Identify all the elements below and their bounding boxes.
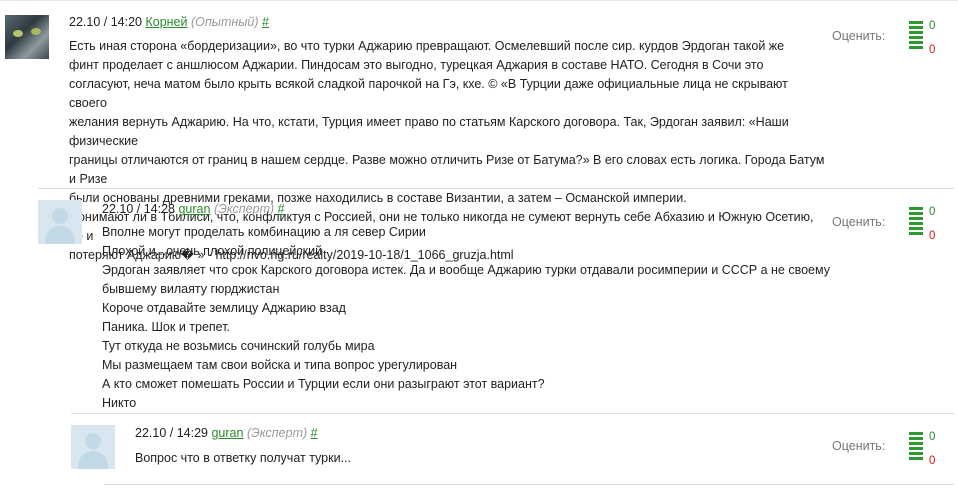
vote-up-count[interactable]: 0 (929, 20, 935, 32)
comment-meta: 22.10 / 14:20 Корней (Опытный) # (69, 15, 269, 29)
author-rank: (Эксперт) (213, 202, 275, 216)
comment-line: желания вернуть Аджарию. На что, кстати,… (69, 115, 789, 148)
comment-meta: 22.10 / 14:28 guran (Эксперт) # (102, 202, 285, 216)
author-rank: (Эксперт) (246, 426, 308, 440)
comment-line: согласуют, неча матом было крыть всякой … (69, 77, 788, 110)
comment-divider (38, 188, 954, 189)
avatar[interactable] (5, 15, 49, 59)
comment-line: Короче отдавайте землицу Аджарию взад (102, 301, 346, 315)
comment-line: Тут откуда не возьмись сочинский голубь … (102, 339, 375, 353)
rate-label: Оценить: (832, 29, 886, 43)
comment-meta: 22.10 / 14:29 guran (Эксперт) # (135, 426, 318, 440)
comment-author-link[interactable]: guran (178, 202, 210, 216)
avatar[interactable] (71, 425, 115, 469)
vote-down-count[interactable]: 0 (929, 44, 935, 56)
comment-line: Вполне могут проделать комбинацию а ля с… (102, 225, 426, 239)
comment-time: 22.10 / 14:29 (135, 426, 208, 440)
rate-label: Оценить: (832, 215, 886, 229)
rating-bars (909, 207, 923, 237)
rate-label: Оценить: (832, 439, 886, 453)
vote-down-count[interactable]: 0 (929, 230, 935, 242)
comment-line: Эрдоган заявляет что срок Карского догов… (102, 263, 830, 277)
comment-line: Никто (102, 396, 137, 410)
comment-time: 22.10 / 14:28 (102, 202, 175, 216)
comment-line: границы отличаются от границ в нашем сер… (69, 153, 825, 186)
comment-line: Есть иная сторона «бордеризации», во что… (69, 39, 785, 53)
vote-up-count[interactable]: 0 (929, 206, 935, 218)
comment-permalink[interactable]: # (278, 202, 285, 216)
comment-text: Вопрос что в ответку получат турки... (135, 449, 815, 468)
comment-author-link[interactable]: guran (211, 426, 243, 440)
vote-up-count[interactable]: 0 (929, 431, 935, 443)
comment-line: финт проделает с аншлюсом Аджарии. Пиндо… (69, 58, 764, 72)
author-rank: (Опытный) (190, 15, 259, 29)
comment-divider (71, 413, 954, 414)
comment-line: Мы размещаем там свои войска и типа вопр… (102, 358, 458, 372)
comment-line: Вопрос что в ответку получат турки... (135, 451, 351, 465)
comment-time: 22.10 / 14:20 (69, 15, 142, 29)
rating-bars (909, 21, 923, 51)
comment-text: Вполне могут проделать комбинацию а ля с… (102, 223, 842, 413)
comment-line: Плохой и...очень плохой полицейский (102, 244, 323, 258)
comment-permalink[interactable]: # (262, 15, 269, 29)
top-divider (0, 0, 958, 1)
avatar[interactable] (38, 200, 82, 244)
rating-bars (909, 432, 923, 462)
comment-divider (104, 484, 954, 485)
comment-line: бывшему вилаяту гюрджистан (102, 282, 280, 296)
comment-line: Паника. Шок и трепет. (102, 320, 231, 334)
comment-permalink[interactable]: # (311, 426, 318, 440)
vote-down-count[interactable]: 0 (929, 455, 935, 467)
comment-line: А кто сможет помешать России и Турции ес… (102, 377, 545, 391)
comment-author-link[interactable]: Корней (145, 15, 187, 29)
